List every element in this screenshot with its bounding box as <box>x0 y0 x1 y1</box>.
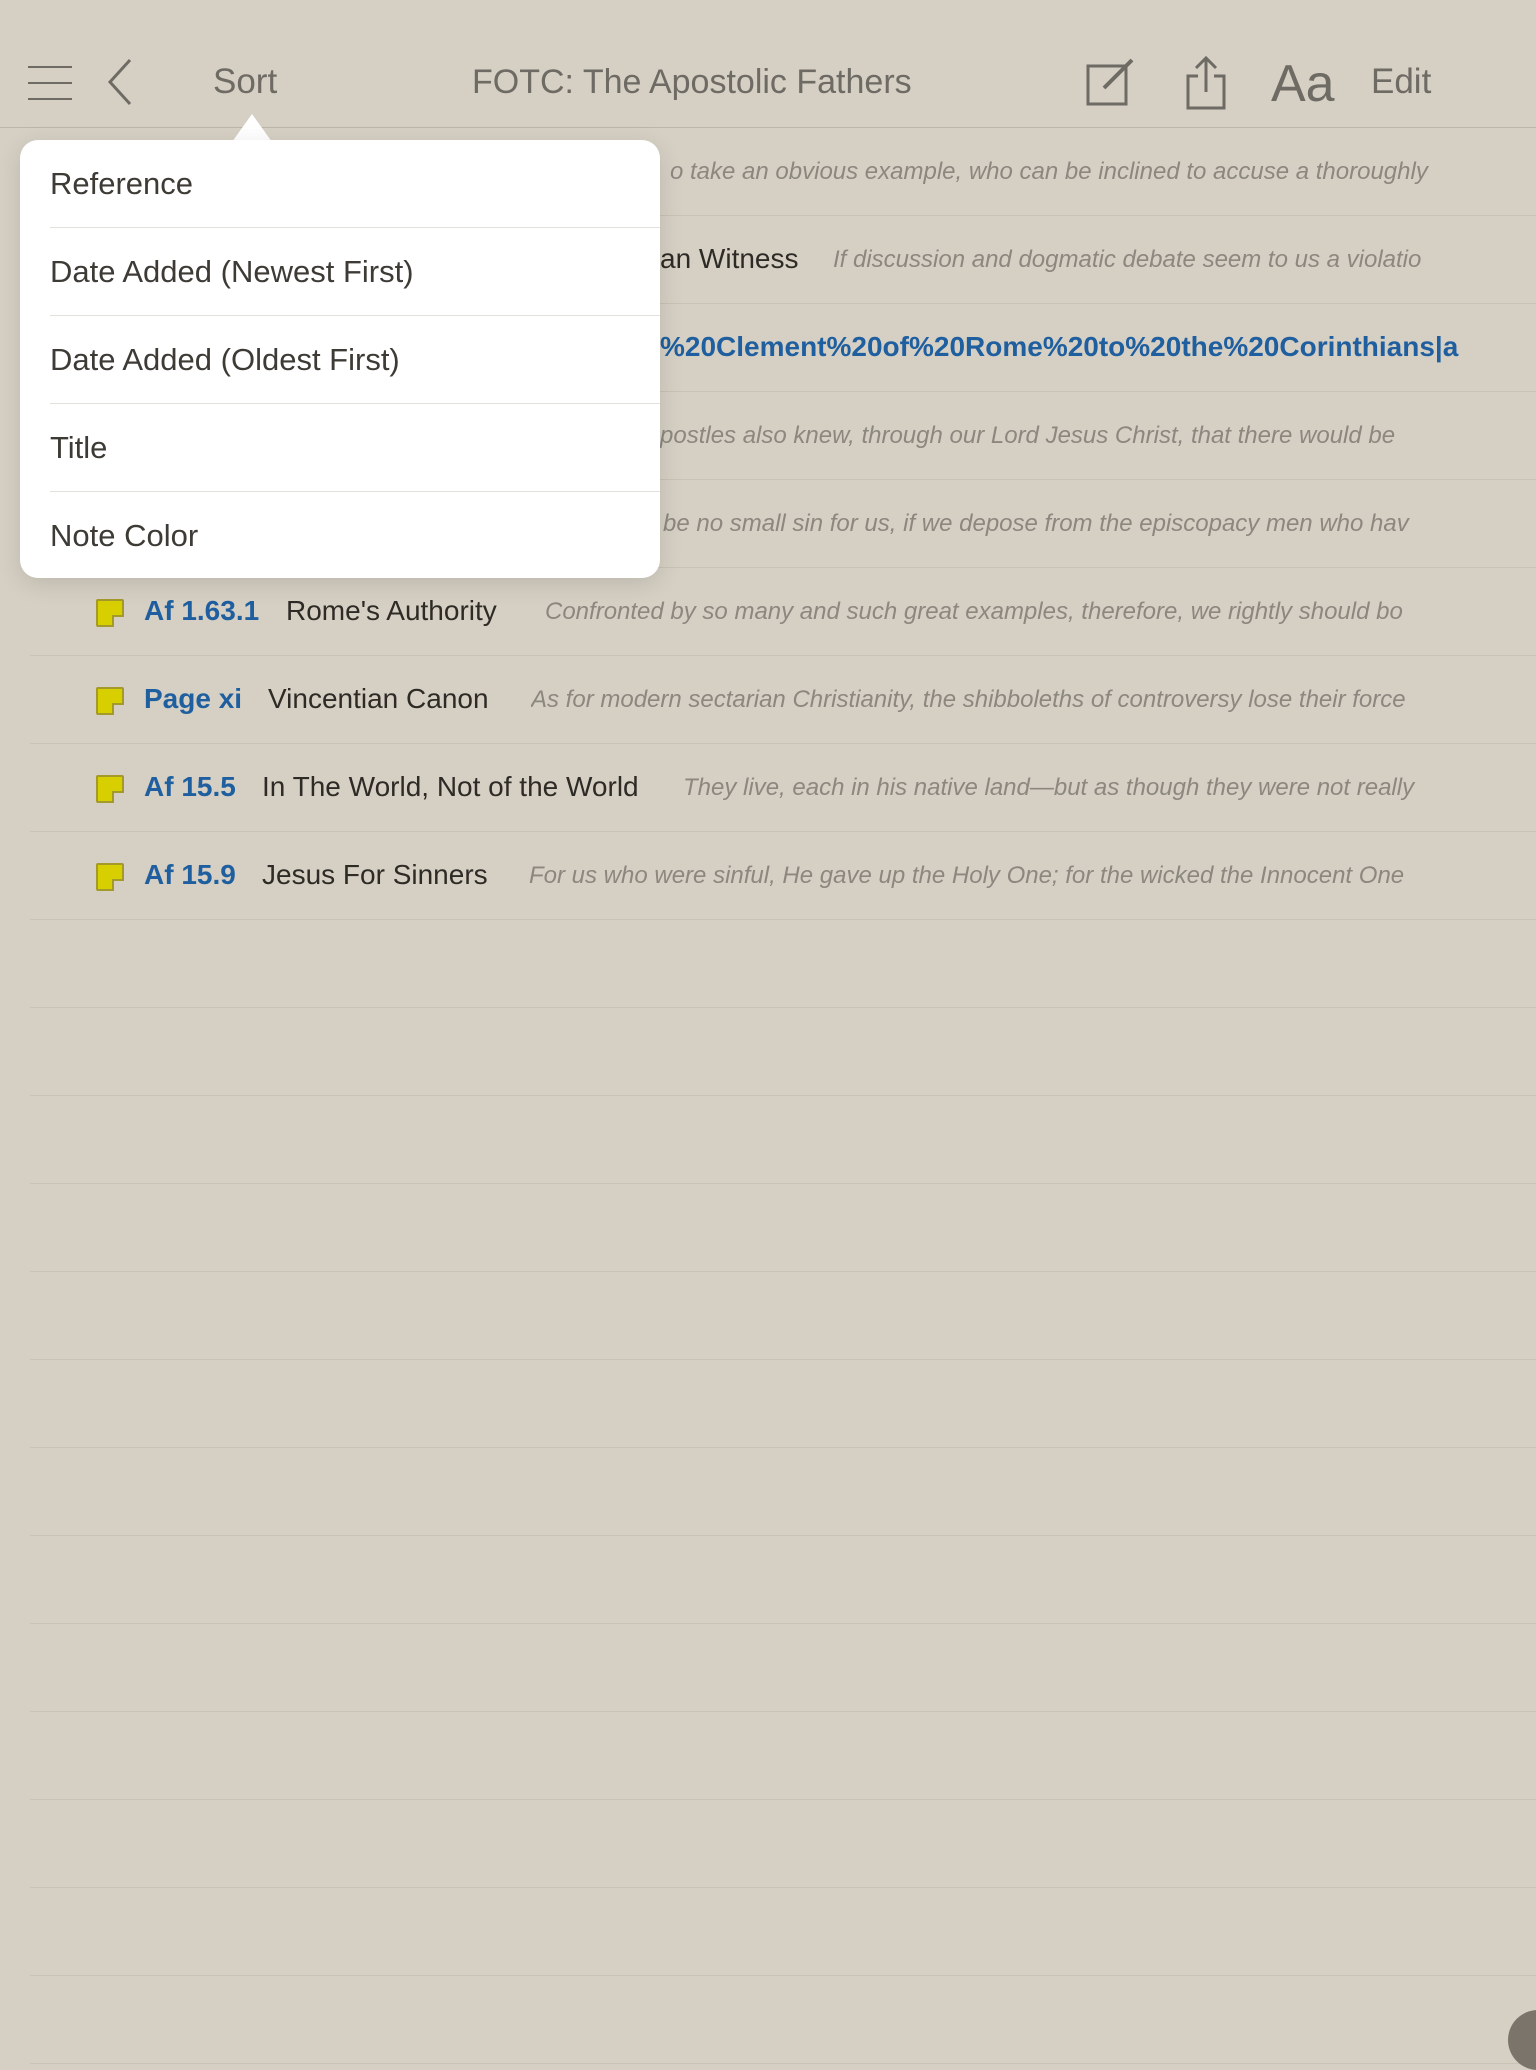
note-reference[interactable]: Af 15.9 <box>144 859 236 891</box>
note-color-icon <box>96 687 124 715</box>
sort-option-date-oldest[interactable]: Date Added (Oldest First) <box>50 316 660 404</box>
note-row[interactable]: Page xi Vincentian Canon As for modern s… <box>30 656 1536 744</box>
note-color-icon <box>96 863 124 891</box>
note-title: Vincentian Canon <box>268 683 489 714</box>
empty-row <box>30 1360 1536 1448</box>
note-excerpt: For us who were sinful, He gave up the H… <box>529 862 1405 889</box>
toolbar: Sort FOTC: The Apostolic Fathers Aa Edit <box>0 0 1536 128</box>
empty-row <box>30 1888 1536 1976</box>
menu-icon[interactable] <box>28 66 72 102</box>
note-color-icon <box>96 775 124 803</box>
share-icon[interactable] <box>1184 55 1228 110</box>
empty-row <box>30 1184 1536 1272</box>
popover-arrow <box>232 114 272 142</box>
note-link[interactable]: %20Clement%20of%20Rome%20to%20the%20Cori… <box>660 331 1470 363</box>
empty-row <box>30 1536 1536 1624</box>
empty-row <box>30 1096 1536 1184</box>
sort-popover: Reference Date Added (Newest First) Date… <box>20 140 660 578</box>
note-excerpt: As for modern sectarian Christianity, th… <box>531 686 1406 713</box>
sort-option-title[interactable]: Title <box>50 404 660 492</box>
back-chevron-icon[interactable] <box>106 58 134 106</box>
sort-button[interactable]: Sort <box>213 62 277 102</box>
sort-option-date-newest[interactable]: Date Added (Newest First) <box>50 228 660 316</box>
note-reference[interactable]: Page xi <box>144 683 242 715</box>
note-reference[interactable]: Af 1.63.1 <box>144 595 259 627</box>
empty-row <box>30 1800 1536 1888</box>
empty-row <box>30 920 1536 1008</box>
compose-icon[interactable] <box>1086 56 1136 108</box>
note-row[interactable]: Af 1.63.1 Rome's Authority Confronted by… <box>30 568 1536 656</box>
note-title: Jesus For Sinners <box>262 859 488 890</box>
font-size-button[interactable]: Aa <box>1271 54 1335 114</box>
note-excerpt: They live, each in his native land—but a… <box>683 774 1415 801</box>
empty-row <box>30 1448 1536 1536</box>
page-title: FOTC: The Apostolic Fathers <box>472 63 912 101</box>
empty-row <box>30 1712 1536 1800</box>
note-excerpt: Confronted by so many and such great exa… <box>545 598 1403 625</box>
note-title: Rome's Authority <box>286 595 497 626</box>
note-excerpt: If discussion and dogmatic debate seem t… <box>833 246 1422 273</box>
note-reference[interactable]: Af 15.5 <box>144 771 236 803</box>
empty-row <box>30 1272 1536 1360</box>
note-excerpt: postles also knew, through our Lord Jesu… <box>660 422 1396 449</box>
edit-button[interactable]: Edit <box>1371 62 1431 102</box>
sort-option-note-color[interactable]: Note Color <box>50 492 660 580</box>
sort-option-reference[interactable]: Reference <box>50 140 660 228</box>
note-color-icon <box>96 599 124 627</box>
note-title: In The World, Not of the World <box>262 771 639 802</box>
note-row[interactable]: Af 15.5 In The World, Not of the World T… <box>30 744 1536 832</box>
note-row[interactable]: Af 15.9 Jesus For Sinners For us who wer… <box>30 832 1536 920</box>
empty-row <box>30 1008 1536 1096</box>
note-title: an Witness <box>660 243 799 274</box>
note-excerpt: o take an obvious example, who can be in… <box>670 158 1428 185</box>
empty-row <box>30 1624 1536 1712</box>
note-excerpt: be no small sin for us, if we depose fro… <box>663 510 1409 537</box>
empty-row <box>30 1976 1536 2064</box>
